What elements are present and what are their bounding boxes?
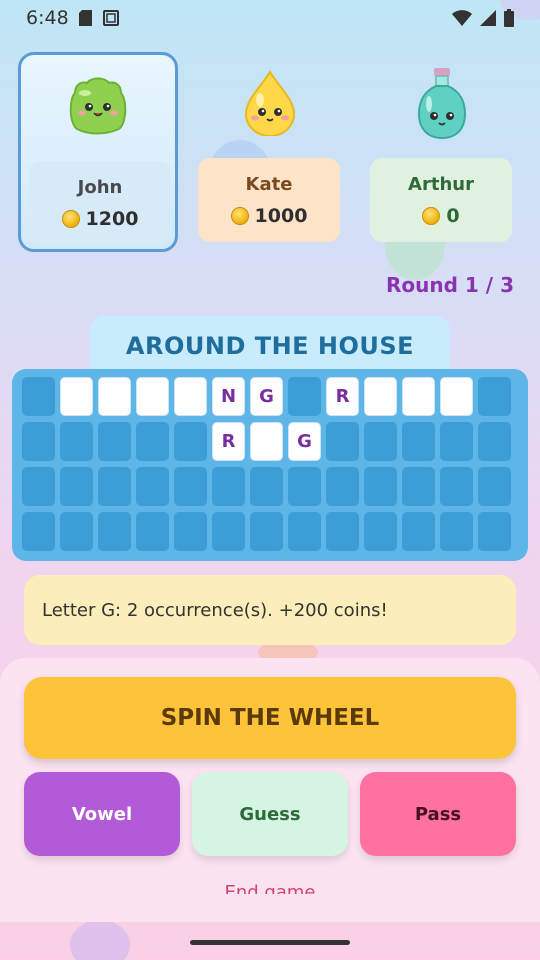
player-info: John 1200 [29,161,171,245]
board-cell-empty [402,422,435,461]
board-cell-hidden [136,377,169,416]
board-cell-empty [174,467,207,506]
board-cell-empty [326,422,359,461]
board-cell-empty [288,467,321,506]
board-cell-empty [60,467,93,506]
player-score: 1200 [61,207,139,230]
board-cell-revealed: N [212,377,245,416]
player-info: Arthur 0 [370,158,512,242]
board-cell-empty [440,422,473,461]
board-cell-empty [174,422,207,461]
spin-wheel-button[interactable]: SPIN THE WHEEL [24,677,516,759]
board-cell-empty [22,422,55,461]
green-jelly-avatar-icon [69,77,127,135]
board-cell-hidden [402,377,435,416]
board-cell-empty [440,512,473,551]
board-cell-empty [136,467,169,506]
coin-icon [61,209,80,228]
player-name: John [77,176,123,198]
category-title: AROUND THE HOUSE [90,316,450,376]
board-cell-empty [22,467,55,506]
board-cell-revealed: R [326,377,359,416]
board-cell-empty [364,512,397,551]
board-cell-empty [478,422,511,461]
board-cell-empty [364,422,397,461]
puzzle-board: NGRRG [12,369,528,561]
board-cell-empty [326,512,359,551]
board-cell-empty [136,512,169,551]
wifi-icon [452,10,472,26]
board-cell-empty [440,467,473,506]
board-cell-empty [364,467,397,506]
player-card-kate[interactable]: Kate 1000 [190,52,350,252]
yellow-drop-avatar-icon [244,70,296,136]
coin-icon [230,206,249,225]
clock: 6:48 [26,7,69,29]
guess-button[interactable]: Guess [192,772,348,856]
potion-bottle-avatar-icon [417,68,467,140]
board-cell-empty [478,377,511,416]
player-score: 0 [422,204,460,227]
board-cell-hidden [60,377,93,416]
players-panel: John 1200 Kate 1000 Arthur 0 [18,52,522,252]
coin-icon [422,206,441,225]
board-cell-empty [98,422,131,461]
board-cell-revealed: G [288,422,321,461]
board-cell-empty [212,512,245,551]
board-cell-empty [402,512,435,551]
board-cell-hidden [250,422,283,461]
screenshot-icon [102,10,119,26]
balloon-decoration [70,920,130,960]
controls-panel: SPIN THE WHEEL Vowel Guess Pass End game [0,658,540,922]
board-cell-empty [22,512,55,551]
board-cell-empty [250,467,283,506]
player-score-value: 0 [446,204,460,227]
status-bar: 6:48 [0,0,540,36]
board-cell-empty [60,512,93,551]
player-name: Kate [245,173,293,195]
board-cell-empty [326,467,359,506]
board-cell-empty [98,467,131,506]
board-cell-revealed: R [212,422,245,461]
board-cell-hidden [98,377,131,416]
battery-icon [504,9,514,27]
board-cell-hidden [174,377,207,416]
player-info: Kate 1000 [198,158,340,242]
board-cell-empty [212,467,245,506]
board-cell-empty [136,422,169,461]
home-indicator[interactable] [190,940,350,945]
player-card-arthur[interactable]: Arthur 0 [362,52,522,252]
player-score-value: 1200 [85,207,139,230]
pass-button[interactable]: Pass [360,772,516,856]
board-cell-empty [478,512,511,551]
board-cell-empty [288,377,321,416]
board-cell-hidden [440,377,473,416]
board-cell-empty [288,512,321,551]
board-cell-empty [402,467,435,506]
board-cell-empty [478,467,511,506]
board-cell-empty [98,512,131,551]
player-score-value: 1000 [254,204,308,227]
board-cell-empty [22,377,55,416]
board-cell-empty [60,422,93,461]
vowel-button[interactable]: Vowel [24,772,180,856]
board-cell-empty [250,512,283,551]
signal-icon [480,10,496,26]
player-name: Arthur [408,173,474,195]
sd-card-icon [78,10,92,26]
board-cell-empty [174,512,207,551]
player-card-john[interactable]: John 1200 [18,52,178,252]
player-score: 1000 [230,204,308,227]
board-cell-revealed: G [250,377,283,416]
board-cell-hidden [364,377,397,416]
round-indicator: Round 1 / 3 [386,273,514,297]
status-message: Letter G: 2 occurrence(s). +200 coins! [24,575,516,645]
end-game-link[interactable]: End game [0,884,540,894]
